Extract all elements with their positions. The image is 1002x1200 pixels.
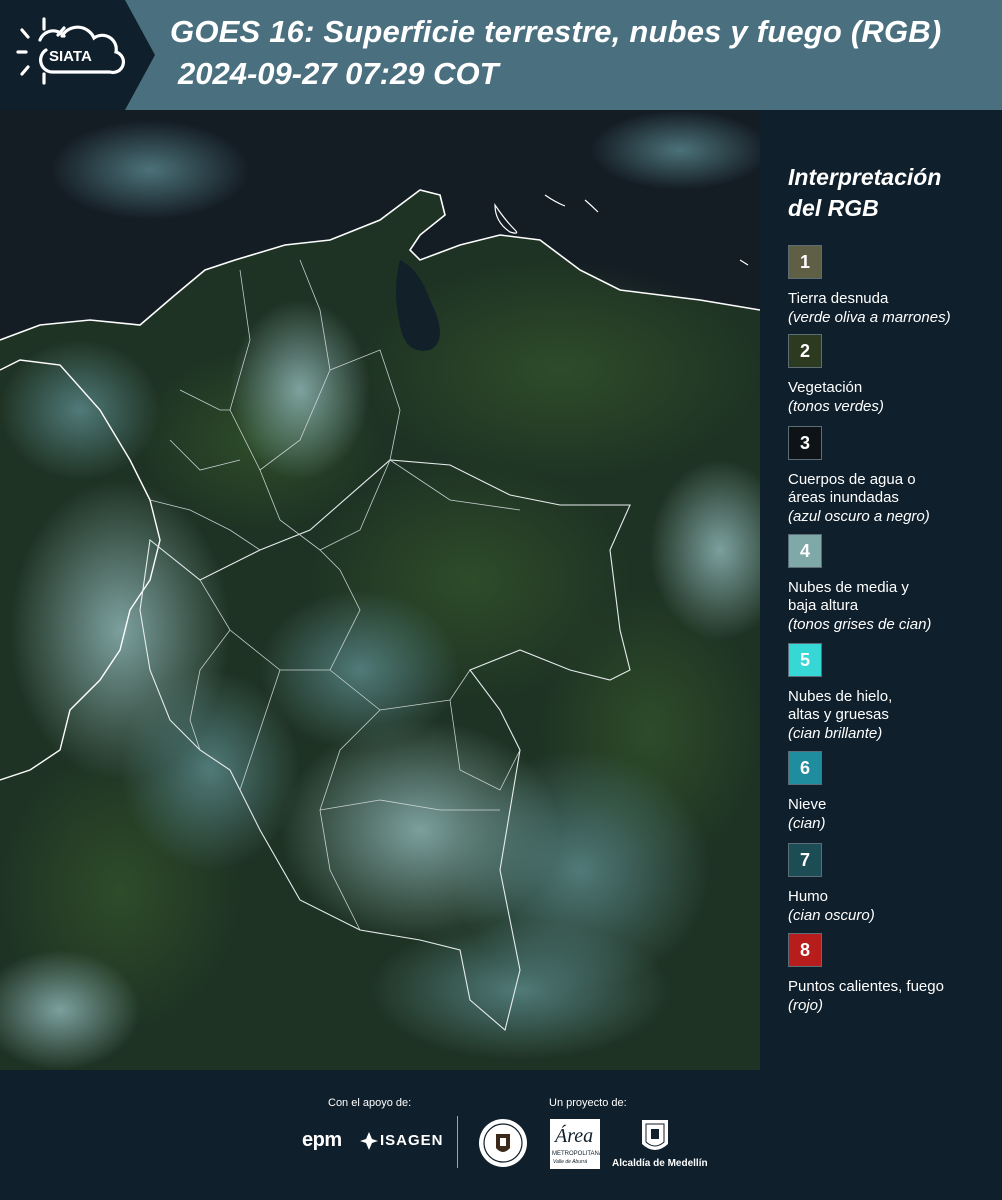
legend-item-snow: 6 Nieve (cian) — [788, 751, 1000, 833]
legend-title-line2: del RGB — [788, 195, 879, 221]
legend-label: Nubes de hielo, — [788, 688, 893, 705]
legend-item-smoke: 7 Humo (cian oscuro) — [788, 843, 1000, 925]
legend-item-vegetation: 2 Vegetación (tonos verdes) — [788, 334, 1000, 416]
legend-swatch: 1 — [788, 245, 822, 279]
legend-swatch: 8 — [788, 933, 822, 967]
legend-sub: (cian brillante) — [788, 725, 883, 742]
legend-label: Nubes de media y — [788, 579, 909, 596]
siata-logo: SIATA — [0, 0, 155, 110]
legend-swatch: 4 — [788, 534, 822, 568]
legend-swatch: 5 — [788, 643, 822, 677]
legend-item-fire: 8 Puntos calientes, fuego (rojo) — [788, 933, 1000, 1015]
area-logo-text: Área — [555, 1125, 594, 1147]
legend-label: Humo — [788, 888, 829, 905]
legend-item-bare-soil: 1 Tierra desnuda (verde oliva a marrones… — [788, 245, 1000, 327]
siata-logo-text: SIATA — [49, 48, 92, 65]
rgb-legend: Interpretación del RGB 1 Tierra desnuda … — [760, 110, 1002, 1070]
legend-label: altas y gruesas — [788, 706, 889, 723]
area-logo-sub2: Valle de Aburrá — [553, 1159, 588, 1165]
legend-swatch: 3 — [788, 426, 822, 460]
page-title: GOES 16: Superficie terrestre, nubes y f… — [170, 14, 942, 49]
image-datetime: 2024-09-27 07:29 COT — [178, 56, 499, 91]
footer-divider — [457, 1116, 458, 1168]
header: SIATA GOES 16: Superficie terrestre, nub… — [0, 0, 1002, 110]
legend-item-water: 3 Cuerpos de agua o áreas inundadas (azu… — [788, 426, 1000, 526]
legend-label: Puntos calientes, fuego — [788, 978, 944, 995]
legend-label: áreas inundadas — [788, 489, 899, 506]
legend-label: Nieve — [788, 796, 827, 813]
legend-swatch: 6 — [788, 751, 822, 785]
legend-label: Tierra desnuda — [788, 290, 889, 307]
satellite-map — [0, 110, 760, 1070]
legend-swatch: 7 — [788, 843, 822, 877]
isagen-logo-icon — [360, 1132, 378, 1150]
legend-label: baja altura — [788, 597, 859, 614]
antioquia-seal-icon — [479, 1119, 527, 1167]
legend-label: Vegetación — [788, 379, 863, 396]
legend-sub: (rojo) — [788, 997, 824, 1014]
legend-swatch: 2 — [788, 334, 822, 368]
footer: Con el apoyo de: Un proyecto de: epm ISA… — [0, 1070, 1002, 1200]
legend-sub: (tonos grises de cian) — [788, 616, 932, 633]
legend-sub: (azul oscuro a negro) — [788, 508, 930, 525]
epm-logo: epm — [302, 1129, 342, 1151]
legend-sub: (cian) — [788, 815, 826, 832]
legend-item-ice-clouds: 5 Nubes de hielo, altas y gruesas (cian … — [788, 643, 1000, 743]
legend-item-low-clouds: 4 Nubes de media y baja altura (tonos gr… — [788, 534, 1000, 634]
legend-sub: (tonos verdes) — [788, 398, 884, 415]
support-label: Con el apoyo de: — [328, 1097, 412, 1109]
legend-label: Cuerpos de agua o — [788, 471, 916, 488]
area-metropolitana-logo: Área METROPOLITANA Valle de Aburrá — [550, 1119, 603, 1169]
isagen-logo: ISAGEN — [380, 1132, 444, 1149]
alcaldia-label: Alcaldía de Medellín — [612, 1158, 708, 1169]
project-label: Un proyecto de: — [549, 1097, 627, 1109]
legend-sub: (verde oliva a marrones) — [788, 309, 951, 326]
legend-title-line1: Interpretación — [788, 164, 942, 190]
area-logo-sub: METROPOLITANA — [552, 1151, 603, 1157]
medellin-shield-icon — [642, 1120, 668, 1150]
legend-sub: (cian oscuro) — [788, 907, 875, 924]
legend-title: Interpretación del RGB — [788, 162, 988, 224]
